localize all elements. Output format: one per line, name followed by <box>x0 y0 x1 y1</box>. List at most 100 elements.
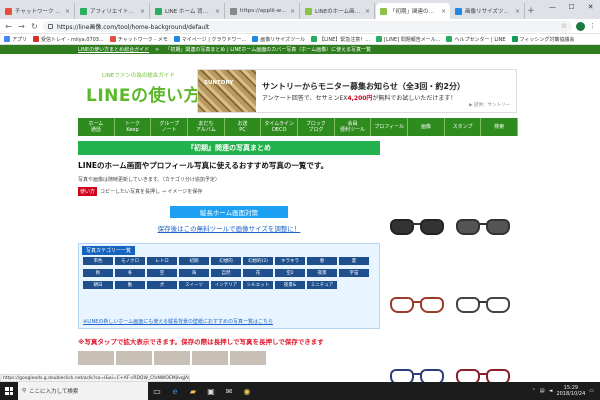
start-button[interactable] <box>0 382 18 400</box>
global-nav-item[interactable]: スタンプ <box>445 118 482 136</box>
bookmark-item[interactable]: 受信トレイ - miiya.0703... <box>33 36 104 43</box>
bookmark-item[interactable]: [LINE] 問題報告メール... <box>376 36 440 43</box>
network-icon[interactable]: ▤ <box>540 388 545 394</box>
photo-thumbnail[interactable] <box>116 351 152 365</box>
search-icon: ⚲ <box>22 388 27 394</box>
bookmark-item[interactable]: チャットワーク - メモ <box>109 36 168 43</box>
global-nav-item[interactable]: ブロック ブログ <box>298 118 335 136</box>
category-chip[interactable]: 冬 <box>115 269 145 277</box>
tab-close-icon[interactable]: × <box>215 8 220 15</box>
bookmark-item[interactable]: ヘルプセンター | LINE <box>446 36 506 43</box>
photo-thumbnail[interactable] <box>230 351 266 365</box>
volume-icon[interactable]: ◄ <box>549 388 553 394</box>
category-chip[interactable]: 秋 <box>83 269 113 277</box>
category-chip[interactable]: 犬 <box>147 281 177 289</box>
task-view-icon[interactable]: ▭ <box>148 382 166 400</box>
browser-tab[interactable]: LINE ホーム 背景画像× <box>151 3 225 19</box>
tab-close-icon[interactable]: × <box>140 8 145 15</box>
tab-close-icon[interactable]: × <box>515 8 520 15</box>
global-nav-item[interactable]: 画像 <box>408 118 445 136</box>
global-nav-item[interactable]: ホーム 通話 <box>78 118 115 136</box>
category-chip[interactable]: ミニチュア <box>307 281 337 289</box>
category-chip[interactable]: 夏 <box>339 257 369 265</box>
taskbar-search[interactable]: ⚲ ここに入力して検索 <box>18 382 148 400</box>
maximize-button[interactable]: ☐ <box>562 0 581 14</box>
global-nav-item[interactable]: 会員 便利ツール <box>335 118 372 136</box>
browser-tab[interactable]: https://applii-world.com× <box>226 3 300 19</box>
bookmark-label: 【LINE】緊急注意！... <box>319 36 371 43</box>
photo-thumbnail[interactable] <box>154 351 190 365</box>
global-nav-item[interactable]: 検索 <box>481 118 518 136</box>
category-chip[interactable]: 海 <box>179 269 209 277</box>
category-chip[interactable]: 動 <box>115 281 145 289</box>
profile-avatar[interactable] <box>576 21 585 31</box>
vertical-home-button[interactable]: 縦長ホーム画面対策 <box>170 206 288 218</box>
global-nav-item[interactable]: お送 PC <box>225 118 262 136</box>
resize-tool-link[interactable]: 保存後はこの無料ツールで画像サイズを調整に！ <box>78 223 380 233</box>
category-chip[interactable]: スイーツ <box>179 281 209 289</box>
forward-icon[interactable]: → <box>17 22 26 31</box>
category-chip[interactable]: 初期 <box>179 257 209 265</box>
bookmark-item[interactable]: アプリ <box>4 36 27 43</box>
vertical-wallpaper-link[interactable]: ※LINEの新しいホーム画面にも使える縦長背景の壁紙におすすめの写真一覧はこちら <box>83 318 273 325</box>
back-icon[interactable]: ← <box>4 22 13 31</box>
sidebar-glasses-ad[interactable] <box>384 211 520 382</box>
category-chip[interactable]: レトロ <box>147 257 177 265</box>
tab-close-icon[interactable]: × <box>290 8 295 15</box>
tray-chevron-icon[interactable]: ⌃ <box>532 388 536 394</box>
chrome-icon[interactable]: ◉ <box>238 382 256 400</box>
new-tab-button[interactable]: + <box>525 3 537 19</box>
browser-tab[interactable]: LINEのホーム画面の背景× <box>301 3 375 19</box>
category-chip[interactable]: インテリア <box>211 281 241 289</box>
category-chip[interactable]: 幻想的(2) <box>243 257 273 265</box>
category-chip[interactable]: モノクロ <box>115 257 145 265</box>
browser-tab[interactable]: チャットワーク - [aozora]× <box>1 3 75 19</box>
bookmark-item[interactable]: 画像リサイズツール <box>252 36 305 43</box>
browser-tab[interactable]: 「初期」関連の写真まとめ× <box>376 3 450 19</box>
browser-tab[interactable]: アフィリエイト的自分発見× <box>76 3 150 19</box>
close-window-button[interactable]: ✕ <box>581 0 600 14</box>
file-explorer-icon[interactable]: ▰ <box>184 382 202 400</box>
menu-kebab-icon[interactable]: ⋮ <box>589 22 596 30</box>
notification-icon[interactable]: ▭ <box>589 388 594 394</box>
category-chip[interactable]: キラキラ <box>275 257 305 265</box>
bookmark-item[interactable]: フィッシング対策協議会 <box>511 36 574 43</box>
edge-icon[interactable]: e <box>166 382 184 400</box>
photo-thumbnail[interactable] <box>192 351 228 365</box>
category-chip[interactable]: 単色 <box>83 257 113 265</box>
global-nav-item[interactable]: タイムライン DECO <box>261 118 298 136</box>
clock[interactable]: 15:29 2018/10/24 <box>556 385 585 397</box>
tab-close-icon[interactable]: × <box>365 8 370 15</box>
bookmark-star-icon[interactable]: ☆ <box>561 22 567 30</box>
store-icon[interactable]: ▣ <box>202 382 220 400</box>
breadcrumb-home-link[interactable]: LINEの使い方まとめ総合ガイド <box>78 46 149 53</box>
browser-tab[interactable]: 画像リサイズツール × <box>451 3 525 19</box>
photo-thumbnail[interactable] <box>78 351 114 365</box>
tab-close-icon[interactable]: × <box>65 8 70 15</box>
category-chip[interactable]: シルエット <box>243 281 273 289</box>
bookmark-item[interactable]: 【LINE】緊急注意！... <box>311 36 370 43</box>
mail-icon[interactable]: ✉ <box>220 382 238 400</box>
category-chip[interactable]: 花 <box>243 269 273 277</box>
top-banner-ad[interactable]: SUNTORY サントリーからモニター募集お知らせ（全3回・約2分） アンケート… <box>197 69 517 113</box>
global-nav-item[interactable]: 友だち アルバム <box>188 118 225 136</box>
reload-icon[interactable]: ↻ <box>30 22 39 31</box>
category-chip[interactable]: 自然 <box>211 269 241 277</box>
category-chip[interactable]: 空 <box>147 269 177 277</box>
global-nav-item[interactable]: トーク Keep <box>115 118 152 136</box>
tab-close-icon[interactable]: × <box>441 8 446 15</box>
category-chip[interactable]: 空2 <box>275 269 305 277</box>
address-bar[interactable]: https://line画像.com/tool/home-background/… <box>43 20 572 32</box>
global-nav-item[interactable]: プロフィール <box>371 118 408 136</box>
category-chip[interactable]: 幻想的 <box>211 257 241 265</box>
category-chip[interactable]: 春 <box>307 257 337 265</box>
category-chip[interactable]: 宇宙 <box>339 269 369 277</box>
bookmark-item[interactable]: マイページ | クラウドワー... <box>173 36 246 43</box>
global-nav-item[interactable]: グループ ノート <box>151 118 188 136</box>
global-nav-label: アルバム <box>195 127 216 133</box>
category-chip[interactable]: 夜景& <box>275 281 305 289</box>
category-chip[interactable]: 夜景 <box>307 269 337 277</box>
minimize-button[interactable]: — <box>543 0 562 14</box>
site-logo[interactable]: LINEファンの為の総合ガイド LINEの使い方 <box>78 69 201 115</box>
category-chip[interactable]: 朝日 <box>83 281 113 289</box>
